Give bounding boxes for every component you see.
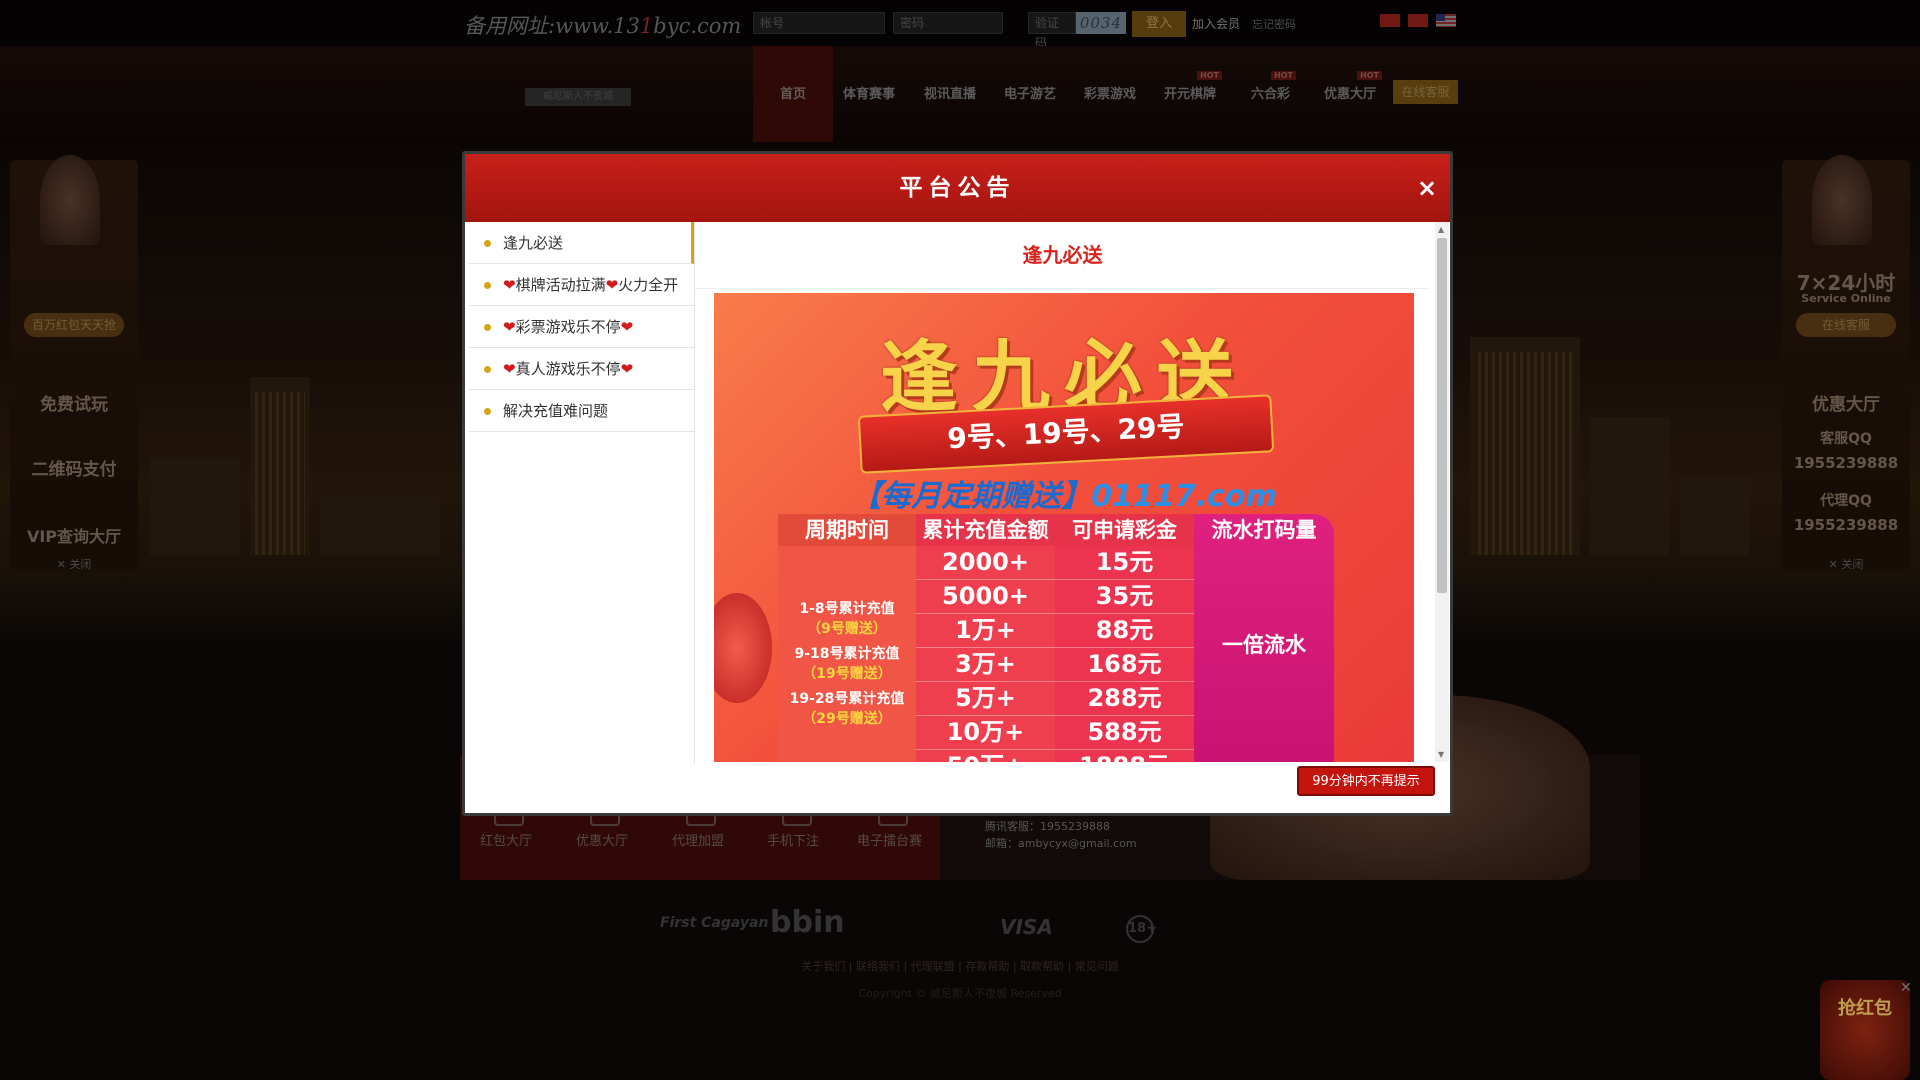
content-title: 逢九必送 bbox=[695, 222, 1430, 289]
bonus-column: 15元 35元 88元 168元 288元 588元 1888元 bbox=[1055, 546, 1194, 762]
heart-icon: ❤ bbox=[503, 276, 516, 294]
header-bonus: 可申请彩金 bbox=[1055, 514, 1194, 546]
promo-table: 周期时间 累计充值金额 可申请彩金 1-8号累计充值 （9号赠送） 9-18号累… bbox=[778, 514, 1334, 762]
announcement-item[interactable]: 解决充值难问题 bbox=[469, 390, 694, 432]
flow-value: 一倍流水 bbox=[1222, 633, 1306, 657]
modal-title: 平台公告 bbox=[899, 175, 1016, 201]
announcement-item[interactable]: 逢九必送 bbox=[469, 222, 694, 264]
announcement-list: 逢九必送 ❤棋牌活动拉满❤火力全开 ❤彩票游戏乐不停❤ ❤真人游戏乐不停❤ 解决… bbox=[469, 222, 695, 764]
announcement-content: 逢九必送 逢九必送 9号、19号、29号 【每月定期赠送】01117.com 周… bbox=[695, 222, 1430, 762]
header-deposit: 累计充值金额 bbox=[916, 514, 1055, 546]
modal-header: 平台公告 × bbox=[465, 154, 1450, 222]
flow-column: 流水打码量 一倍流水 bbox=[1194, 514, 1334, 762]
announcement-item[interactable]: ❤真人游戏乐不停❤ bbox=[469, 348, 694, 390]
heart-icon: ❤ bbox=[605, 276, 619, 294]
announcement-item[interactable]: ❤彩票游戏乐不停❤ bbox=[469, 306, 694, 348]
lantern-decoration bbox=[714, 593, 772, 703]
promo-banner: 逢九必送 9号、19号、29号 【每月定期赠送】01117.com 周期时间 累… bbox=[714, 293, 1414, 762]
heart-icon: ❤ bbox=[620, 318, 634, 336]
heart-icon: ❤ bbox=[620, 360, 634, 378]
content-scrollbar[interactable]: ▲ ▼ bbox=[1435, 222, 1449, 762]
scroll-thumb[interactable] bbox=[1437, 238, 1447, 593]
heart-icon: ❤ bbox=[503, 360, 516, 378]
header-period: 周期时间 bbox=[778, 514, 916, 546]
period-column: 1-8号累计充值 （9号赠送） 9-18号累计充值 （19号赠送） 19-28号… bbox=[778, 546, 916, 762]
announcement-item[interactable]: ❤棋牌活动拉满❤火力全开 bbox=[469, 264, 694, 306]
close-icon[interactable]: × bbox=[1414, 175, 1440, 201]
header-flow: 流水打码量 bbox=[1211, 518, 1317, 542]
scroll-up-icon[interactable]: ▲ bbox=[1438, 225, 1444, 234]
dont-remind-button[interactable]: 99分钟内不再提示 bbox=[1297, 766, 1435, 796]
promo-subtitle: 【每月定期赠送】01117.com bbox=[851, 479, 1277, 514]
announcement-modal: 平台公告 × 逢九必送 ❤棋牌活动拉满❤火力全开 ❤彩票游戏乐不停❤ ❤真人游戏… bbox=[462, 151, 1453, 816]
scroll-down-icon[interactable]: ▼ bbox=[1438, 750, 1444, 759]
deposit-column: 2000+ 5000+ 1万+ 3万+ 5万+ 10万+ 50万+ bbox=[916, 546, 1055, 762]
heart-icon: ❤ bbox=[503, 318, 516, 336]
